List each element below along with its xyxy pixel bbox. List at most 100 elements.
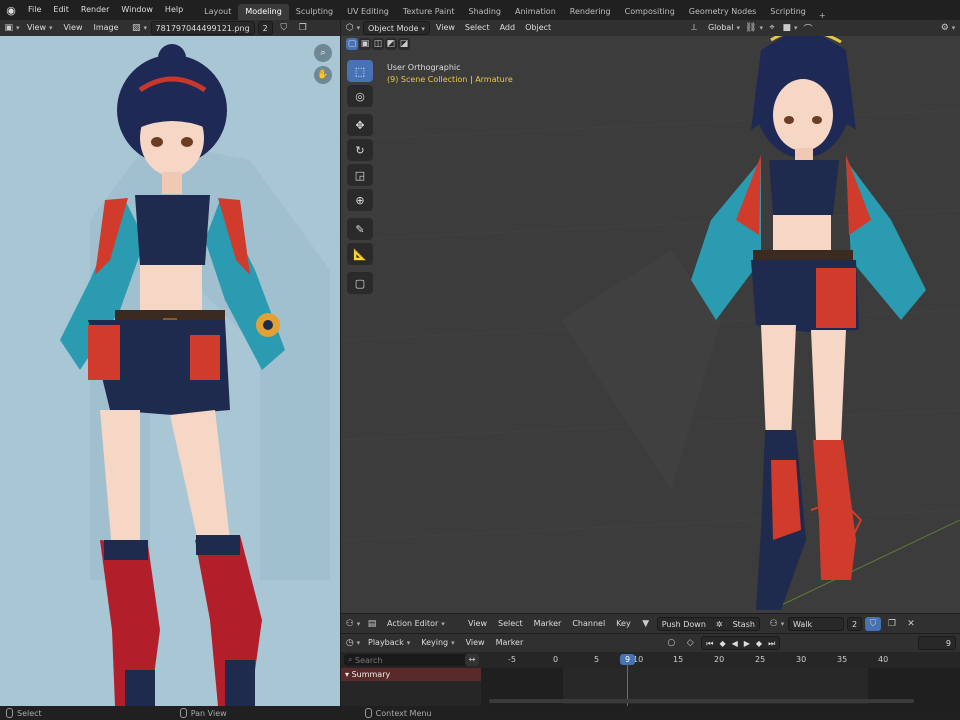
editor-type-image-icon[interactable]: ▣	[4, 21, 20, 35]
current-frame-field[interactable]: 9	[918, 636, 956, 650]
pan-hand-icon[interactable]: ✋	[314, 66, 332, 84]
add-cube-tool-icon[interactable]: ▢	[347, 272, 373, 294]
editor-type-timeline-icon[interactable]: ◷	[345, 636, 361, 650]
transform-orientation-icon[interactable]: ⟂	[686, 21, 702, 35]
menu-select[interactable]: Select	[461, 21, 494, 35]
search-placeholder: Search	[355, 655, 383, 665]
timeline-body[interactable]: ⌕ Search ↔ ▾ Summary -5 0 5 10 15 20 25 …	[341, 652, 960, 706]
play-reverse-icon[interactable]: ◀	[732, 637, 738, 649]
tab-scripting[interactable]: Scripting	[763, 4, 813, 20]
select-new-icon[interactable]: ▢	[346, 38, 358, 50]
menu-window[interactable]: Window	[115, 0, 159, 20]
action-name-field[interactable]: Walk	[787, 616, 844, 631]
select-extend-icon[interactable]: ▣	[359, 38, 371, 50]
menu-view[interactable]: View	[60, 21, 87, 35]
duplicate-icon[interactable]: ❐	[295, 21, 311, 35]
tab-uv-editing[interactable]: UV Editing	[340, 4, 396, 20]
rotate-tool-icon[interactable]: ↻	[347, 139, 373, 161]
image-browse-icon[interactable]: ▨	[132, 21, 148, 35]
action-editor-mode-dropdown[interactable]: Action Editor	[383, 617, 461, 631]
menu-key[interactable]: Key	[612, 617, 635, 631]
tab-texture-paint[interactable]: Texture Paint	[396, 4, 462, 20]
tab-animation[interactable]: Animation	[508, 4, 563, 20]
image-users-count[interactable]: 2	[257, 21, 273, 35]
menu-add[interactable]: Add	[496, 21, 520, 35]
annotate-tool-icon[interactable]: ✎	[347, 218, 373, 240]
falloff-icon[interactable]: ⌒	[800, 21, 816, 35]
push-down-button[interactable]: Push Down	[662, 618, 706, 630]
transform-orientation-dropdown[interactable]: Global	[704, 21, 744, 35]
keying-label: Keying	[421, 638, 449, 647]
view-mode-dropdown[interactable]: View	[23, 21, 57, 35]
move-tool-icon[interactable]: ✥	[347, 114, 373, 136]
menu-keying[interactable]: Keying	[417, 636, 458, 650]
blender-logo-icon[interactable]: ◉	[0, 0, 22, 20]
play-icon[interactable]: ▶	[744, 637, 750, 649]
select-invert-icon[interactable]: ◩	[385, 38, 397, 50]
object-mode-dropdown[interactable]: Object Mode	[363, 21, 430, 35]
proportional-edit-icon[interactable]: ■	[782, 21, 798, 35]
summary-channel[interactable]: ▾ Summary	[341, 668, 481, 681]
image-name-field[interactable]: 781797044499121.png	[150, 21, 255, 35]
add-workspace-icon[interactable]: +	[813, 11, 832, 20]
unlink-action-icon[interactable]: ✕	[903, 617, 919, 631]
channel-list: ⌕ Search ↔ ▾ Summary	[341, 652, 481, 706]
menu-marker[interactable]: Marker	[530, 617, 566, 631]
jump-start-icon[interactable]: ⏮	[706, 637, 713, 649]
jump-end-icon[interactable]: ⏭	[768, 637, 775, 649]
ruler-tick: 30	[796, 655, 807, 664]
tab-layout[interactable]: Layout	[197, 4, 238, 20]
zoom-icon[interactable]: ⌕	[314, 44, 332, 62]
menu-file[interactable]: File	[22, 0, 47, 20]
tab-geometry-nodes[interactable]: Geometry Nodes	[682, 4, 763, 20]
prev-key-icon[interactable]: ◆	[719, 637, 725, 649]
horizontal-scrollbar[interactable]	[489, 699, 914, 703]
menu-image[interactable]: Image	[89, 21, 122, 35]
action-users-count[interactable]: 2	[846, 616, 863, 631]
fake-user-shield-icon[interactable]: ⛉	[865, 616, 882, 631]
scale-tool-icon[interactable]: ◲	[347, 164, 373, 186]
menu-edit[interactable]: Edit	[47, 0, 75, 20]
viewport-3d[interactable]: ⬚ ◎ ✥ ↻ ◲ ⊕ ✎ 📐 ▢ User Orthographic (9) …	[341, 20, 960, 613]
select-subtract-icon[interactable]: ◫	[372, 38, 384, 50]
select-box-tool-icon[interactable]: ⬚	[347, 60, 373, 82]
push-stash-group: Push Down ✲ Stash	[656, 616, 760, 631]
editor-type-3d-icon[interactable]: ⬡	[345, 21, 361, 35]
stash-button[interactable]: Stash	[733, 618, 755, 630]
menu-select[interactable]: Select	[494, 617, 527, 631]
viewport-gizmo-icon[interactable]: ⚙	[940, 21, 956, 35]
tab-rendering[interactable]: Rendering	[563, 4, 618, 20]
tab-sculpting[interactable]: Sculpting	[289, 4, 340, 20]
menu-marker[interactable]: Marker	[492, 636, 528, 650]
frame-ruler[interactable]: -5 0 5 10 15 20 25 30 35 40	[481, 652, 960, 668]
keyframe-icon[interactable]: ◇	[682, 636, 698, 650]
transform-tool-icon[interactable]: ⊕	[347, 189, 373, 211]
menu-help[interactable]: Help	[159, 0, 189, 20]
fake-user-shield-icon[interactable]: ⛉	[276, 21, 292, 35]
tab-shading[interactable]: Shading	[461, 4, 508, 20]
menu-render[interactable]: Render	[75, 0, 115, 20]
menu-object[interactable]: Object	[521, 21, 555, 35]
image-editor-canvas[interactable]: ⌕ ✋	[0, 20, 340, 706]
playhead-frame-badge[interactable]: 9	[620, 654, 635, 665]
menu-playback[interactable]: Playback	[364, 636, 414, 650]
swap-direction-icon[interactable]: ↔	[465, 654, 479, 666]
measure-tool-icon[interactable]: 📐	[347, 243, 373, 265]
action-browse-icon[interactable]: ⚇	[769, 617, 785, 631]
tab-compositing[interactable]: Compositing	[618, 4, 682, 20]
pivot-icon[interactable]: ⛓	[745, 21, 762, 35]
menu-view[interactable]: View	[464, 617, 491, 631]
menu-channel[interactable]: Channel	[568, 617, 609, 631]
duplicate-action-icon[interactable]: ❐	[884, 617, 900, 631]
cursor-tool-icon[interactable]: ◎	[347, 85, 373, 107]
next-key-icon[interactable]: ◆	[756, 637, 762, 649]
snap-magnet-icon[interactable]: ⌖	[764, 21, 780, 35]
record-icon[interactable]: ○	[663, 636, 679, 650]
channel-search-field[interactable]: ⌕ Search	[344, 654, 478, 666]
editor-type-dopesheet-icon[interactable]: ⚇	[345, 617, 361, 631]
select-intersect-icon[interactable]: ◪	[398, 38, 410, 50]
menu-view[interactable]: View	[432, 21, 459, 35]
menu-view[interactable]: View	[462, 636, 489, 650]
tab-modeling[interactable]: Modeling	[238, 4, 289, 20]
mouse-middle-icon	[179, 708, 187, 718]
